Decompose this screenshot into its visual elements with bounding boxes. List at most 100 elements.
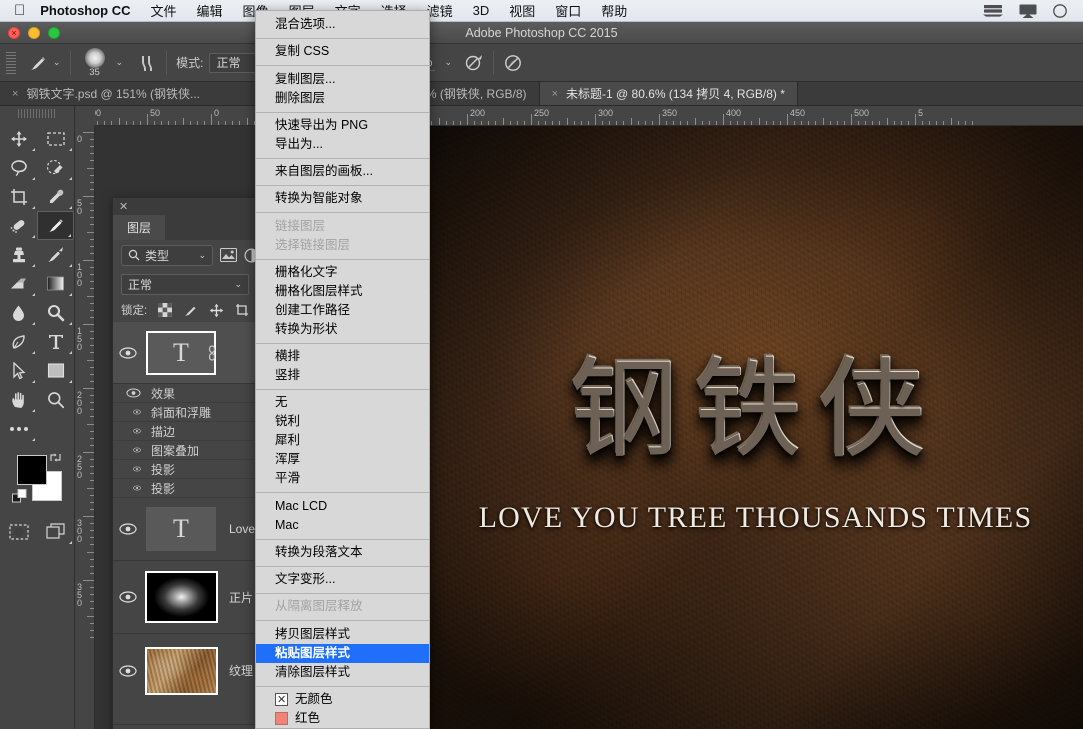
brush-tool-icon[interactable]	[37, 211, 74, 240]
context-menu-item[interactable]: 拷贝图层样式	[256, 625, 429, 644]
context-menu-item[interactable]: 红色	[256, 709, 429, 728]
context-menu-item[interactable]: 平滑	[256, 469, 429, 488]
foreground-color-swatch[interactable]	[17, 455, 47, 485]
eye-icon[interactable]	[113, 523, 143, 535]
close-icon[interactable]: ×	[12, 88, 18, 100]
flow-chevron-icon[interactable]: ⌄	[444, 57, 452, 68]
eye-icon[interactable]	[113, 664, 143, 677]
context-menu-item[interactable]: Mac	[256, 516, 429, 535]
pixel-layer-filter-icon[interactable]	[220, 248, 237, 262]
eye-icon[interactable]	[113, 388, 143, 398]
context-menu-item[interactable]: 复制 CSS	[256, 42, 429, 61]
rectangular-marquee-tool-icon[interactable]	[37, 124, 74, 153]
context-menu-item[interactable]: 转换为段落文本	[256, 543, 429, 562]
gradient-tool-icon[interactable]	[37, 269, 74, 298]
default-colors-icon[interactable]	[12, 489, 27, 504]
horizontal-ruler[interactable]: 100500501001502002503003504004505005	[75, 106, 1083, 126]
apple-icon[interactable]: 	[14, 3, 25, 18]
screen-mode-icon[interactable]	[37, 517, 74, 546]
menu-file[interactable]: 文件	[151, 1, 177, 20]
menu-filter[interactable]: 滤镜	[427, 1, 453, 20]
vertical-ruler[interactable]: 0 5 0 1 0 0 1 5 0 2 0 0 2 5 0 3 0 0 3 5 0	[75, 126, 95, 729]
menu-edit[interactable]: 编辑	[197, 1, 223, 20]
pen-tool-icon[interactable]	[0, 327, 37, 356]
lock-artboard-icon[interactable]	[235, 303, 250, 318]
lock-image-pixels-icon[interactable]	[183, 303, 198, 318]
toolbox-grip[interactable]	[18, 109, 56, 118]
context-menu-item[interactable]: 粘贴图层样式	[256, 643, 429, 663]
lock-position-icon[interactable]	[209, 303, 224, 318]
options-bar-grip[interactable]	[6, 51, 16, 74]
context-menu-item[interactable]: 锐利	[256, 412, 429, 431]
smoothing-icon[interactable]	[503, 53, 523, 73]
eye-icon[interactable]	[113, 591, 143, 603]
context-menu-item[interactable]: 无	[256, 393, 429, 412]
quick-selection-tool-icon[interactable]	[37, 153, 74, 182]
eye-icon[interactable]	[113, 407, 143, 417]
context-menu-item[interactable]: 转换为形状	[256, 320, 429, 339]
layer-thumbnail-cell[interactable]: T	[143, 330, 219, 375]
context-menu-item[interactable]: 来自图层的画板...	[256, 162, 429, 181]
eye-icon[interactable]	[113, 445, 143, 455]
context-menu-item[interactable]: 无颜色	[256, 690, 429, 710]
menu-help[interactable]: 帮助	[601, 1, 627, 20]
eye-icon[interactable]	[113, 464, 143, 474]
lock-transparent-pixels-icon[interactable]	[158, 303, 173, 317]
brush-tool-icon[interactable]	[27, 52, 49, 74]
context-menu-item[interactable]: 清除图层样式	[256, 663, 429, 682]
keyboard-icon[interactable]	[983, 4, 1003, 17]
close-window-button[interactable]: ×	[8, 27, 20, 39]
battery-icon[interactable]	[1053, 3, 1067, 18]
clone-stamp-tool-icon[interactable]	[0, 240, 37, 269]
airplay-icon[interactable]	[1019, 4, 1037, 18]
tool-preset-chevron-icon[interactable]: ⌄	[53, 57, 61, 68]
document-tab-3[interactable]: × 未标题-1 @ 80.6% (134 拷贝 4, RGB/8) *	[539, 82, 798, 105]
context-menu-item[interactable]: 快速导出为 PNG	[256, 116, 429, 135]
move-tool-icon[interactable]	[0, 124, 37, 153]
history-brush-tool-icon[interactable]	[37, 240, 74, 269]
context-menu-item[interactable]: 文字变形...	[256, 570, 429, 589]
context-menu-item[interactable]: 浑厚	[256, 450, 429, 469]
spot-healing-brush-tool-icon[interactable]	[0, 211, 37, 240]
brush-preset-chevron-icon[interactable]: ⌄	[116, 57, 124, 68]
path-selection-tool-icon[interactable]	[0, 356, 37, 385]
eye-icon[interactable]	[113, 426, 143, 436]
zoom-window-button[interactable]	[48, 27, 60, 39]
blur-tool-icon[interactable]	[0, 298, 37, 327]
layer-thumbnail-cell[interactable]	[143, 571, 219, 623]
context-menu-item[interactable]: Mac LCD	[256, 497, 429, 516]
swap-colors-icon[interactable]	[49, 451, 62, 464]
active-app-name[interactable]: Photoshop CC	[40, 3, 130, 18]
menu-view[interactable]: 视图	[509, 1, 535, 20]
context-menu-item[interactable]: 转换为智能对象	[256, 189, 429, 208]
menu-window[interactable]: 窗口	[555, 1, 581, 20]
context-menu-item[interactable]: 混合选项...	[256, 15, 429, 34]
context-menu-item[interactable]: 犀利	[256, 431, 429, 450]
artwork-canvas[interactable]: 钢铁侠 LOVE YOU TREE THOUSANDS TIMES	[428, 126, 1083, 729]
minimize-window-button[interactable]	[28, 27, 40, 39]
type-tool-icon[interactable]	[37, 327, 74, 356]
context-menu-item[interactable]: 删除图层	[256, 89, 429, 108]
airbrush-icon[interactable]	[464, 53, 484, 73]
layer-context-menu[interactable]: 混合选项... 复制 CSS 复制图层... 删除图层 快速导出为 PNG 导出为... 来…	[255, 10, 430, 729]
close-icon[interactable]: ×	[552, 88, 558, 100]
context-menu-item[interactable]: 导出为...	[256, 135, 429, 154]
eyedropper-tool-icon[interactable]	[37, 182, 74, 211]
context-menu-item[interactable]: 栅格化文字	[256, 263, 429, 282]
context-menu-item[interactable]: 横排	[256, 347, 429, 366]
tab-layers[interactable]: 图层	[113, 215, 166, 240]
rectangle-tool-icon[interactable]	[37, 356, 74, 385]
link-icon[interactable]	[207, 344, 217, 361]
hand-tool-icon[interactable]	[0, 385, 37, 414]
eraser-tool-icon[interactable]	[0, 269, 37, 298]
eye-icon[interactable]	[113, 483, 143, 493]
lasso-tool-icon[interactable]	[0, 153, 37, 182]
quick-mask-icon[interactable]	[0, 517, 37, 546]
menu-3d[interactable]: 3D	[473, 3, 490, 18]
layer-blend-mode-select[interactable]: 正常 ⌄	[121, 273, 249, 295]
edit-toolbar-icon[interactable]	[0, 414, 37, 443]
brush-preset-icon[interactable]: 35	[80, 47, 110, 78]
layer-thumbnail-cell[interactable]	[143, 646, 219, 695]
zoom-tool-icon[interactable]	[37, 385, 74, 414]
crop-tool-icon[interactable]	[0, 182, 37, 211]
